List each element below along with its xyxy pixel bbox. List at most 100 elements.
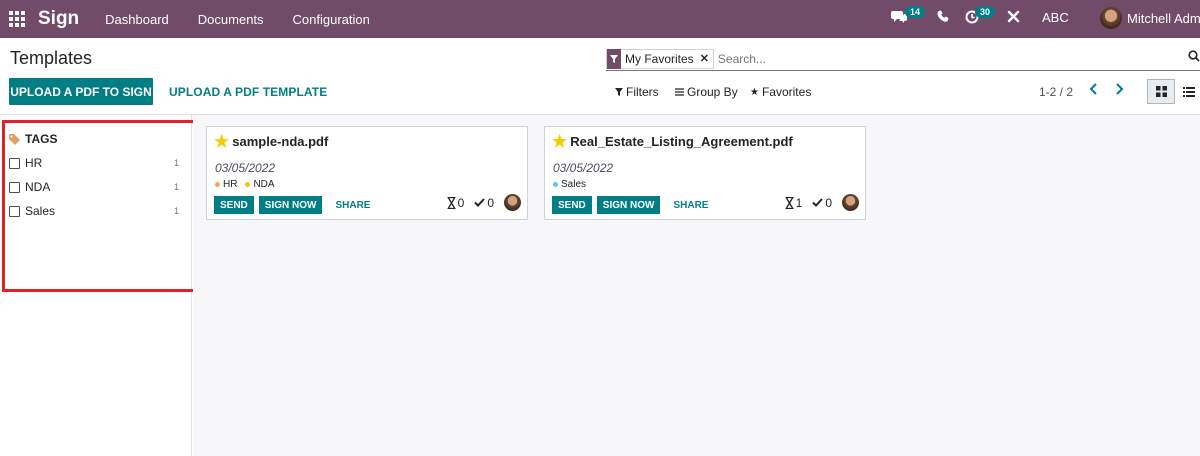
filter-icon [615,88,623,96]
menu-dashboard[interactable]: Dashboard [105,12,169,27]
phone-icon [937,10,949,22]
tag-badge-label: NDA [253,179,275,190]
send-button[interactable]: SEND [552,196,592,214]
search-input[interactable] [717,51,1188,66]
list-view-icon [1183,86,1195,97]
search-bar: My Favorites ✕ [606,47,1200,71]
owner-avatar [504,194,521,211]
tag-label: HR [25,156,43,170]
filters-dropdown[interactable]: Filters [615,85,659,99]
tags-label: TAGS [25,132,58,146]
company-switcher[interactable]: ABC [1042,10,1069,25]
tag-badge: Sales [553,179,586,190]
send-button[interactable]: SEND [214,196,254,214]
upload-pdf-to-sign-button[interactable]: UPLOAD A PDF TO SIGN [9,78,153,105]
tag-dot-icon [553,182,558,187]
template-card[interactable]: ★ sample-nda.pdf 03/05/2022 HR NDA SEND … [206,126,528,220]
debug-tools-button[interactable] [1007,10,1020,26]
card-tags: Sales [553,179,586,190]
list-view-button[interactable] [1178,79,1200,104]
tags-section-header: TAGS [9,132,57,146]
search-facet: My Favorites ✕ [606,48,714,69]
tag-badge-label: Sales [561,179,587,190]
kanban-view-button[interactable] [1147,79,1175,104]
checkbox[interactable] [9,205,20,217]
card-date: 03/05/2022 [215,161,276,175]
tag-badge: NDA [245,179,275,190]
menu-configuration[interactable]: Configuration [293,12,370,27]
share-button[interactable]: SHARE [673,200,708,211]
phone-button[interactable] [937,10,949,26]
card-tags: HR NDA [215,179,275,190]
tools-icon [1007,10,1020,23]
tag-count: 1 [173,206,179,216]
sign-now-button[interactable]: SIGN NOW [258,196,323,214]
owner-avatar [842,194,859,211]
in-progress-count[interactable]: 1 [785,195,803,210]
tag-badge-label: HR [223,179,238,190]
pager-value[interactable]: 1-2 / 2 [1039,85,1073,99]
card-title: ★ Real_Estate_Listing_Agreement.pdf [552,133,793,150]
upload-pdf-template-button[interactable]: UPLOAD A PDF TEMPLATE [169,85,327,99]
tag-label: Sales [25,204,56,218]
search-icon[interactable] [1188,50,1200,65]
share-button[interactable]: SHARE [335,200,370,211]
tag-filter-nda[interactable]: NDA 1 [9,179,179,195]
app-menu-button[interactable] [0,0,34,38]
facet-remove-icon[interactable]: ✕ [698,52,713,65]
app-name[interactable]: Sign [38,8,79,30]
page-title: Templates [10,48,93,68]
favorites-label: Favorites [761,85,812,99]
tag-count: 1 [173,158,179,168]
list-icon [675,88,684,96]
top-navbar: Sign Dashboard Documents Configuration 1… [0,0,1200,38]
pager-previous-icon[interactable] [1089,82,1099,101]
hourglass-icon [785,196,794,209]
tag-filter-hr[interactable]: HR 1 [9,155,179,171]
menu-documents[interactable]: Documents [198,12,264,27]
kanban-icon [1155,86,1167,97]
messages-button[interactable]: 14 [891,6,926,27]
facet-label: My Favorites [625,51,694,66]
card-title: ★ sample-nda.pdf [214,133,329,150]
checkbox[interactable] [9,181,20,193]
tag-label: NDA [25,180,51,194]
in-progress-value: 1 [795,195,803,210]
favorite-star-icon[interactable]: ★ [214,133,229,150]
favorites-dropdown[interactable]: ★ Favorites [750,85,811,99]
in-progress-count[interactable]: 0 [447,195,465,210]
filters-label: Filters [626,85,659,99]
signed-value: 0 [487,195,494,210]
card-date: 03/05/2022 [553,161,614,175]
signed-count[interactable]: 0 [474,196,494,210]
check-icon [812,198,824,207]
kanban-view: ★ sample-nda.pdf 03/05/2022 HR NDA SEND … [193,115,1200,456]
tag-icon [9,133,20,145]
user-avatar[interactable] [1100,7,1122,29]
favorite-star-icon[interactable]: ★ [552,133,567,150]
messages-count-badge: 14 [905,6,926,18]
activities-count-badge: 30 [975,6,996,18]
tag-filter-sales[interactable]: Sales 1 [9,203,179,219]
sign-now-button[interactable]: SIGN NOW [596,196,661,214]
template-card[interactable]: ★ Real_Estate_Listing_Agreement.pdf 03/0… [544,126,866,220]
apps-grid-icon [9,11,25,27]
template-name: sample-nda.pdf [232,134,329,149]
filter-facet-icon [607,48,621,69]
checkbox[interactable] [9,157,20,169]
tag-badge: HR [215,179,237,190]
group-by-dropdown[interactable]: Group By [675,85,738,99]
signed-value: 0 [825,195,832,210]
user-menu[interactable]: Mitchell Admin [1127,11,1200,26]
tag-dot-icon [245,182,251,187]
tag-dot-icon [215,182,220,187]
in-progress-value: 0 [457,195,465,210]
signed-count[interactable]: 0 [812,196,832,210]
pager-next-icon[interactable] [1114,82,1124,101]
card-stats: 1 0 [785,194,859,211]
activities-button[interactable]: 30 [965,6,996,27]
card-actions: SEND SIGN NOW SHARE [552,196,708,214]
card-actions: SEND SIGN NOW SHARE [214,196,370,214]
template-name: Real_Estate_Listing_Agreement.pdf [570,134,793,149]
star-icon: ★ [750,86,759,98]
